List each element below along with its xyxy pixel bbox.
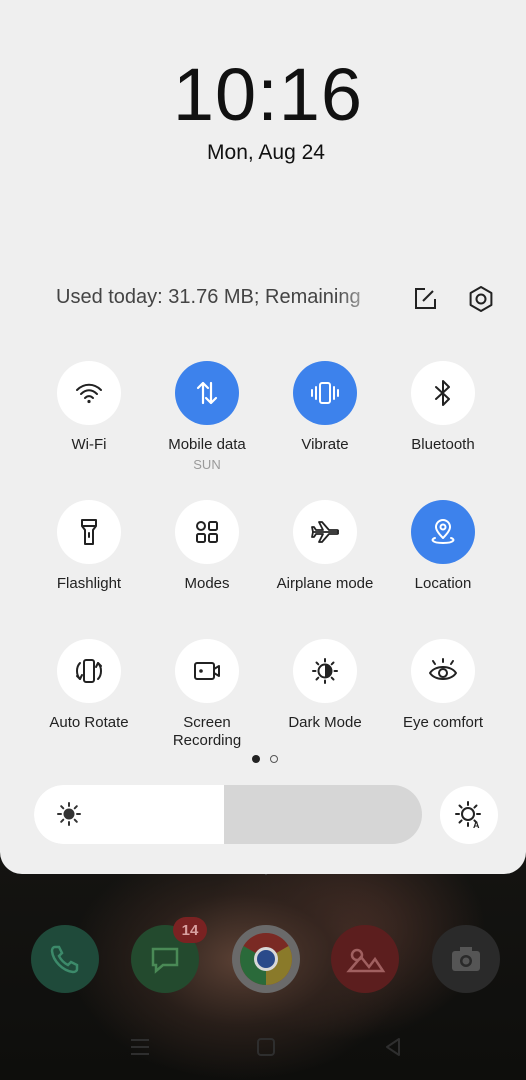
mobile-data-icon — [175, 361, 239, 425]
tile-label: Modes — [184, 575, 230, 592]
tile-label: Mobile data — [168, 436, 246, 453]
gallery-app-icon[interactable] — [331, 925, 399, 993]
quick-settings-panel: 10:16 Mon, Aug 24 Used today: 31.76 MB; … — [0, 0, 526, 874]
auto-brightness-icon[interactable]: A — [440, 786, 498, 844]
tile-airplane-mode[interactable]: Airplane mode — [266, 500, 384, 593]
eye-comfort-icon — [411, 639, 475, 703]
tile-flashlight[interactable]: Flashlight — [30, 500, 148, 593]
page-indicator — [252, 755, 282, 765]
tile-label: Bluetooth — [411, 436, 475, 453]
tile-label: Location — [414, 575, 472, 592]
tile-eye-comfort[interactable]: Eye comfort — [384, 639, 502, 732]
messages-app-icon[interactable]: 14 — [131, 917, 207, 993]
bluetooth-icon — [411, 361, 475, 425]
brightness-slider[interactable] — [34, 785, 422, 844]
tile-label: Vibrate — [301, 436, 349, 453]
messages-badge: 14 — [173, 917, 207, 943]
dark-mode-icon — [293, 639, 357, 703]
phone-app-icon[interactable] — [31, 925, 99, 993]
tile-label: Eye comfort — [402, 714, 484, 731]
camera-app-icon[interactable] — [432, 925, 500, 993]
tile-dark-mode[interactable]: Dark Mode — [266, 639, 384, 732]
location-pin-icon — [411, 500, 475, 564]
edit-icon[interactable] — [410, 284, 440, 314]
navigation-bar — [0, 1020, 526, 1076]
settings-gear-icon[interactable] — [466, 284, 496, 314]
tile-label: Dark Mode — [288, 714, 362, 731]
home-icon[interactable] — [251, 1032, 281, 1062]
tile-label: Flashlight — [56, 575, 122, 592]
tile-mobile-data[interactable]: Mobile data SUN — [148, 361, 266, 472]
clock-time[interactable]: 10:16 — [0, 52, 526, 137]
carrier-label: SUN — [193, 457, 221, 472]
tile-label: Auto Rotate — [49, 714, 129, 731]
tile-label: Wi-Fi — [71, 436, 107, 453]
data-usage-text[interactable]: Used today: 31.76 MB; Remaining — [56, 286, 386, 309]
page-dot-active — [252, 755, 260, 763]
svg-text:A: A — [473, 820, 480, 830]
flashlight-icon — [57, 500, 121, 564]
vibrate-icon — [293, 361, 357, 425]
tile-label: Airplane mode — [276, 575, 374, 592]
screen-recording-icon — [175, 639, 239, 703]
clock-date[interactable]: Mon, Aug 24 — [0, 141, 526, 165]
modes-grid-icon — [175, 500, 239, 564]
tile-location[interactable]: Location — [384, 500, 502, 593]
tile-vibrate[interactable]: Vibrate — [266, 361, 384, 454]
back-icon[interactable] — [378, 1032, 408, 1062]
wifi-icon — [57, 361, 121, 425]
tile-screen-recording[interactable]: Screen Recording — [148, 639, 266, 750]
chrome-app-icon[interactable] — [232, 925, 300, 993]
tile-modes[interactable]: Modes — [148, 500, 266, 593]
tile-wifi[interactable]: Wi-Fi — [30, 361, 148, 454]
menu-icon[interactable] — [125, 1032, 155, 1062]
app-dock: 14 — [0, 917, 526, 1005]
tile-label: Screen Recording — [172, 714, 242, 749]
auto-rotate-icon — [57, 639, 121, 703]
page-dot — [270, 755, 278, 763]
brightness-sun-icon — [56, 801, 82, 827]
airplane-icon — [293, 500, 357, 564]
tile-bluetooth[interactable]: Bluetooth — [384, 361, 502, 454]
tile-auto-rotate[interactable]: Auto Rotate — [30, 639, 148, 732]
